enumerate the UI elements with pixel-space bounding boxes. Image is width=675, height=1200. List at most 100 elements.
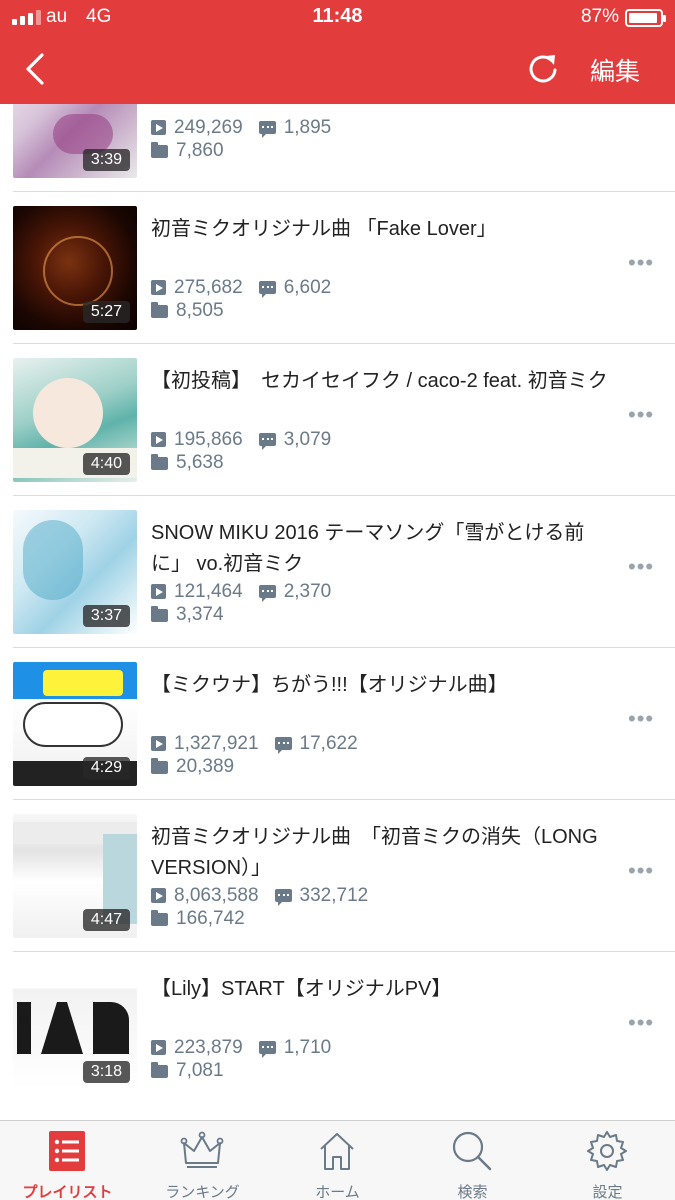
video-title[interactable]: 【ミクウナ】ちがう!!!【オリジナル曲】 xyxy=(151,670,621,701)
refresh-icon xyxy=(529,55,557,83)
video-stats: 275,682 6,602 8,505 xyxy=(151,276,331,322)
mylist-count: 5,638 xyxy=(176,451,224,473)
crown-icon xyxy=(180,1131,224,1168)
video-list-item[interactable]: 3:18 【Lily】START【オリジナルPV】 223,879 1,710 … xyxy=(0,952,675,1104)
back-button[interactable] xyxy=(18,48,58,90)
mylist-count: 20,389 xyxy=(176,755,235,777)
comment-icon xyxy=(274,889,292,906)
view-count: 121,464 xyxy=(174,580,243,602)
mylist-folder-icon xyxy=(151,302,168,318)
tab-playlist[interactable]: プレイリスト xyxy=(0,1121,135,1200)
video-list-item[interactable]: 4:47 初音ミクオリジナル曲 「初音ミクの消失（LONG VERSION）」 … xyxy=(0,800,675,952)
video-list-item[interactable]: 4:40 【初投稿】 セカイセイフク / caco-2 feat. 初音ミク 1… xyxy=(0,344,675,496)
tab-label: ホーム xyxy=(315,1184,360,1200)
video-stats: 1,327,921 17,622 20,389 xyxy=(151,732,358,778)
video-stats: 8,063,588 332,712 166,742 xyxy=(151,884,368,930)
tab-label: ランキング xyxy=(165,1184,240,1200)
video-list-item[interactable]: 3:37 SNOW MIKU 2016 テーマソング「雪がとける前に」 vo.初… xyxy=(0,496,675,648)
video-list-item[interactable]: 4:29 【ミクウナ】ちがう!!!【オリジナル曲】 1,327,921 17,6… xyxy=(0,648,675,800)
mylist-folder-icon xyxy=(151,142,168,158)
video-title[interactable]: 初音ミクオリジナル曲 「初音ミクの消失（LONG VERSION）」 xyxy=(151,822,621,884)
tab-label: プレイリスト xyxy=(22,1184,113,1200)
comment-count: 332,712 xyxy=(299,884,369,906)
play-count-icon xyxy=(151,432,166,447)
video-title[interactable]: 【初投稿】 セカイセイフク / caco-2 feat. 初音ミク xyxy=(151,366,621,397)
battery-icon xyxy=(625,9,666,27)
bottom-tab-bar: プレイリスト ランキング ホーム 検索 設定 xyxy=(0,1120,675,1200)
more-options-button[interactable]: ••• xyxy=(628,706,654,732)
comment-count: 1,710 xyxy=(283,1036,332,1058)
tab-label: 検索 xyxy=(457,1184,488,1200)
video-thumbnail[interactable]: 5:27 xyxy=(13,206,137,330)
play-count-icon xyxy=(151,1040,166,1055)
play-count-icon xyxy=(151,280,166,295)
view-count: 195,866 xyxy=(174,428,243,450)
view-count: 249,269 xyxy=(174,116,243,138)
refresh-button[interactable] xyxy=(524,48,562,90)
video-duration: 3:37 xyxy=(82,605,130,627)
video-duration: 3:39 xyxy=(82,149,130,171)
battery-percent: 87% xyxy=(580,6,619,27)
video-stats: 249,269 1,895 7,860 xyxy=(151,116,331,162)
more-options-button[interactable]: ••• xyxy=(628,250,654,276)
video-thumbnail[interactable]: 4:47 xyxy=(13,814,137,938)
video-title[interactable]: SNOW MIKU 2016 テーマソング「雪がとける前に」 vo.初音ミク xyxy=(151,518,621,580)
video-duration: 4:40 xyxy=(82,453,130,475)
tab-home[interactable]: ホーム xyxy=(270,1121,405,1200)
gear-icon xyxy=(587,1131,627,1171)
mylist-count: 166,742 xyxy=(176,907,245,929)
play-count-icon xyxy=(151,888,166,903)
comment-count: 17,622 xyxy=(299,732,358,754)
more-options-button[interactable]: ••• xyxy=(628,858,654,884)
video-thumbnail[interactable]: 4:29 xyxy=(13,662,137,786)
tab-search[interactable]: 検索 xyxy=(405,1121,540,1200)
video-thumbnail[interactable]: 4:40 xyxy=(13,358,137,482)
view-count: 223,879 xyxy=(174,1036,243,1058)
comment-icon xyxy=(274,737,292,754)
app-header: au 4G 11:48 87% 編集 xyxy=(0,0,675,104)
play-count-icon xyxy=(151,584,166,599)
video-title[interactable]: 【Lily】START【オリジナルPV】 xyxy=(151,974,621,1005)
status-time: 11:48 xyxy=(312,5,363,27)
edit-button[interactable]: 編集 xyxy=(590,52,640,88)
home-icon xyxy=(320,1133,354,1170)
comment-count: 2,370 xyxy=(283,580,332,602)
search-icon xyxy=(452,1131,492,1171)
play-count-icon xyxy=(151,736,166,751)
video-title[interactable]: 初音ミクオリジナル曲 「Fake Lover」 xyxy=(151,214,621,245)
tab-ranking[interactable]: ランキング xyxy=(135,1121,270,1200)
video-duration: 4:29 xyxy=(82,757,130,779)
video-stats: 195,866 3,079 5,638 xyxy=(151,428,331,474)
video-thumbnail[interactable]: 3:37 xyxy=(13,510,137,634)
comment-icon xyxy=(258,281,276,298)
more-options-button[interactable]: ••• xyxy=(628,1010,654,1036)
more-options-button[interactable]: ••• xyxy=(628,554,654,580)
mylist-folder-icon xyxy=(151,910,168,926)
video-list-item[interactable]: 5:27 初音ミクオリジナル曲 「Fake Lover」 275,682 6,6… xyxy=(0,192,675,344)
mylist-folder-icon xyxy=(151,454,168,470)
mylist-folder-icon xyxy=(151,758,168,774)
view-count: 1,327,921 xyxy=(174,732,259,754)
tab-label: 設定 xyxy=(592,1184,623,1200)
mylist-count: 3,374 xyxy=(176,603,224,625)
tab-settings[interactable]: 設定 xyxy=(540,1121,675,1200)
comment-icon xyxy=(258,433,276,450)
view-count: 8,063,588 xyxy=(174,884,259,906)
playlist-icon xyxy=(49,1131,85,1171)
video-duration: 3:18 xyxy=(82,1061,130,1083)
video-thumbnail[interactable]: 3:39 xyxy=(13,104,137,178)
video-stats: 121,464 2,370 3,374 xyxy=(151,580,331,626)
video-thumbnail[interactable]: 3:18 xyxy=(13,966,137,1090)
mylist-count: 8,505 xyxy=(176,299,224,321)
comment-icon xyxy=(258,585,276,602)
video-stats: 223,879 1,710 7,081 xyxy=(151,1036,331,1082)
video-list-item[interactable]: 3:39 249,269 1,895 7,860 ••• xyxy=(0,104,675,192)
comment-count: 1,895 xyxy=(283,116,332,138)
more-options-button[interactable]: ••• xyxy=(628,402,654,428)
mylist-folder-icon xyxy=(151,606,168,622)
comment-count: 6,602 xyxy=(283,276,332,298)
playlist-video-list[interactable]: 3:39 249,269 1,895 7,860 ••• 5:27 初音ミクオリ… xyxy=(0,104,675,1120)
video-duration: 4:47 xyxy=(82,909,130,931)
view-count: 275,682 xyxy=(174,276,243,298)
video-duration: 5:27 xyxy=(82,301,130,323)
